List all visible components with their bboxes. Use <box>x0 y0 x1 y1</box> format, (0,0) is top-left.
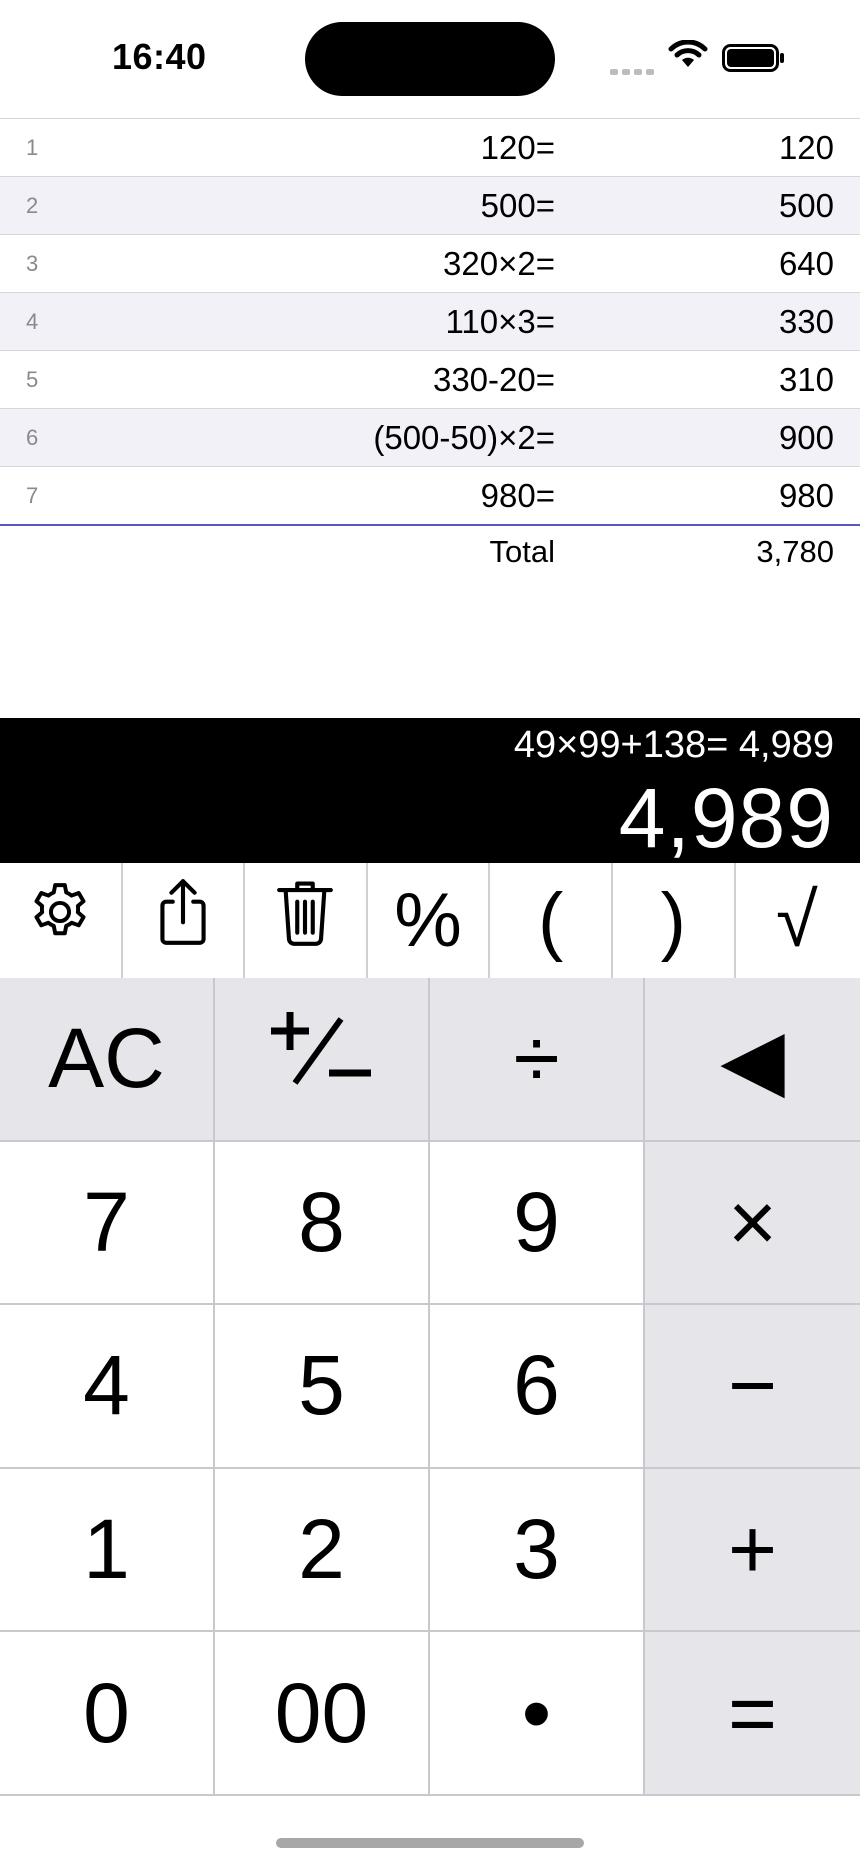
row-index: 3 <box>26 251 39 276</box>
close-paren-button[interactable]: ) <box>613 863 736 978</box>
row-index: 4 <box>26 309 39 334</box>
percent-button[interactable]: % <box>368 863 491 978</box>
backspace-button[interactable]: ◀ <box>645 978 860 1142</box>
multiply-button[interactable]: × <box>645 1141 860 1306</box>
key-8[interactable]: 8 <box>215 1141 430 1306</box>
dynamic-island <box>305 22 555 96</box>
row-result: 980 <box>778 477 834 514</box>
row-index: 1 <box>26 135 39 160</box>
battery-icon <box>722 44 786 77</box>
all-clear-button[interactable]: AC <box>0 978 215 1142</box>
key-9[interactable]: 9 <box>430 1141 645 1306</box>
calculator-display: 49×99+138= 4,989 4,989 <box>0 718 860 865</box>
key-2[interactable]: 2 <box>215 1468 430 1633</box>
display-result: 4,989 <box>618 771 834 865</box>
cellular-signal-icon <box>610 62 658 80</box>
open-paren-button[interactable]: ( <box>490 863 613 978</box>
key-3[interactable]: 3 <box>430 1468 645 1633</box>
status-time: 16:40 <box>112 36 207 77</box>
tape-row[interactable]: 7 980= 980 <box>0 466 860 524</box>
keypad: AC ÷ ◀ 7 8 9 × 4 5 6 − 1 2 3 + 0 00 • = <box>0 978 860 1796</box>
row-index: 6 <box>26 425 39 450</box>
total-value: 3,780 <box>756 534 834 569</box>
row-result: 900 <box>778 419 834 456</box>
settings-button[interactable] <box>0 863 123 978</box>
row-result: 310 <box>778 361 834 398</box>
home-indicator[interactable] <box>276 1838 584 1848</box>
row-index: 5 <box>26 367 39 392</box>
equals-button[interactable]: = <box>645 1632 860 1796</box>
plus-minus-button[interactable] <box>215 978 430 1142</box>
share-icon <box>152 876 214 966</box>
row-expression: 500= <box>480 187 555 224</box>
key-1[interactable]: 1 <box>0 1468 215 1633</box>
wifi-icon <box>668 39 708 75</box>
row-expression: (500-50)×2= <box>373 419 555 456</box>
divide-button[interactable]: ÷ <box>430 978 645 1142</box>
row-index: 2 <box>26 193 39 218</box>
sqrt-button[interactable]: √ <box>736 863 859 978</box>
row-result: 500 <box>778 187 834 224</box>
status-bar: 16:40 <box>0 0 860 118</box>
tape-row[interactable]: 4 110×3= 330 <box>0 292 860 350</box>
key-6[interactable]: 6 <box>430 1305 645 1469</box>
key-0[interactable]: 0 <box>0 1632 215 1796</box>
row-expression: 980= <box>480 477 555 514</box>
tape-row[interactable]: 3 320×2= 640 <box>0 234 860 292</box>
total-row: Total 3,780 <box>0 526 860 578</box>
plus-minus-icon <box>267 1009 377 1109</box>
row-expression: 110×3= <box>445 303 555 340</box>
row-expression: 330-20= <box>432 361 555 398</box>
row-index: 7 <box>26 483 39 508</box>
row-expression: 120= <box>480 129 555 166</box>
key-00[interactable]: 00 <box>215 1632 430 1796</box>
display-formula: 49×99+138= 4,989 <box>513 724 834 766</box>
tape-row[interactable]: 5 330-20= 310 <box>0 350 860 408</box>
row-expression: 320×2= <box>443 245 555 282</box>
row-result: 640 <box>778 245 834 282</box>
decimal-button[interactable]: • <box>430 1632 645 1796</box>
plus-button[interactable]: + <box>645 1468 860 1633</box>
tape-row[interactable]: 1 120= 120 <box>0 118 860 176</box>
tape-row[interactable]: 6 (500-50)×2= 900 <box>0 408 860 466</box>
key-4[interactable]: 4 <box>0 1305 215 1469</box>
delete-tape-button[interactable] <box>245 863 368 978</box>
trash-icon <box>274 877 336 965</box>
row-result: 330 <box>778 303 834 340</box>
row-result: 120 <box>778 129 834 166</box>
minus-button[interactable]: − <box>645 1305 860 1469</box>
total-label: Total <box>489 534 555 569</box>
key-5[interactable]: 5 <box>215 1305 430 1469</box>
share-button[interactable] <box>123 863 246 978</box>
key-7[interactable]: 7 <box>0 1141 215 1306</box>
tape-row[interactable]: 2 500= 500 <box>0 176 860 234</box>
tape-list: 1 120= 120 2 500= 500 3 320×2= 640 4 110… <box>0 118 860 578</box>
function-toolbar: % ( ) √ <box>0 863 860 978</box>
gear-icon <box>26 877 94 964</box>
